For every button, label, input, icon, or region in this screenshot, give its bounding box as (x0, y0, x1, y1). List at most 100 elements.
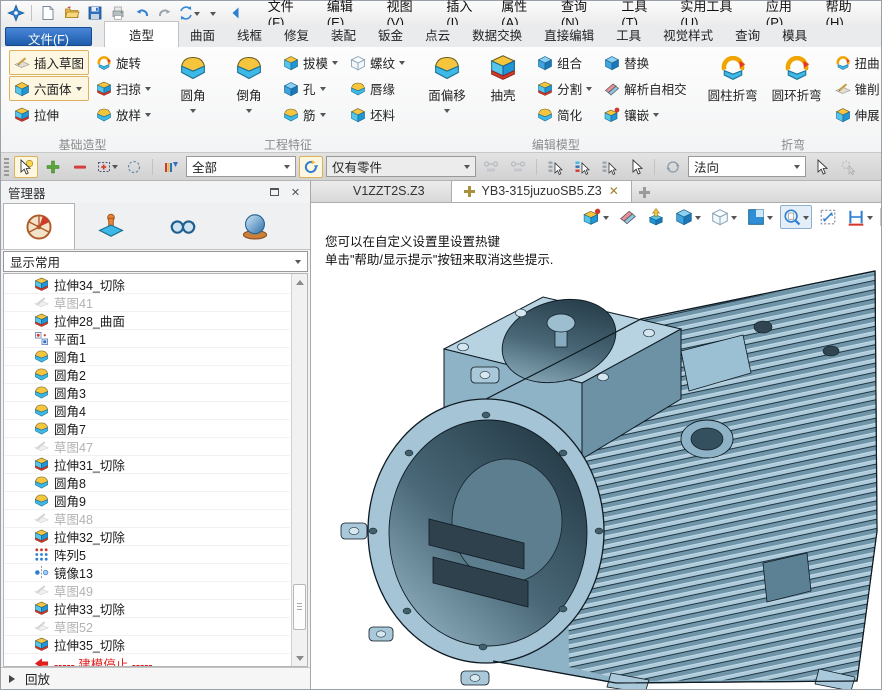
tree-item[interactable]: 草图41 (4, 294, 290, 312)
tree-item[interactable]: 拉伸31_切除 (4, 456, 290, 474)
caret-down-icon[interactable] (332, 61, 338, 68)
insert-sketch-button[interactable]: 插入草图 (9, 50, 89, 75)
tree-item[interactable]: 草图47 (4, 438, 290, 456)
caret-down-icon[interactable] (767, 216, 773, 223)
tab-surface[interactable]: 曲面 (179, 22, 226, 47)
color-filter-button[interactable] (159, 156, 183, 178)
open-button[interactable] (61, 3, 82, 23)
divide-button[interactable]: 分割 (532, 76, 597, 101)
toolbar-grip[interactable] (4, 158, 9, 176)
measure-button[interactable] (844, 205, 876, 229)
redo-button[interactable] (155, 3, 176, 23)
pick-list-colored-button[interactable] (570, 156, 594, 178)
tab-dataexchange[interactable]: 数据交换 (461, 22, 533, 47)
orientation-button[interactable] (661, 156, 685, 178)
add-to-selection-button[interactable] (41, 156, 65, 178)
reset-filter-button[interactable] (299, 156, 323, 178)
save-button[interactable] (84, 3, 105, 23)
thread-button[interactable]: 螺纹 (345, 50, 410, 75)
caret-down-icon[interactable] (76, 87, 82, 94)
new-tab-button[interactable] (632, 187, 658, 202)
tab-assembly-manager[interactable] (75, 203, 147, 249)
tab-history-manager[interactable] (3, 203, 75, 249)
view-layout-button[interactable] (744, 205, 776, 229)
tree-item[interactable]: 草图52 (4, 618, 290, 636)
tab-wireframe[interactable]: 线框 (226, 22, 273, 47)
tree-item[interactable]: 镜像13 (4, 564, 290, 582)
erase-blank-button[interactable] (616, 205, 640, 229)
caret-down-icon[interactable] (190, 109, 196, 116)
tree-item[interactable]: 拉伸33_切除 (4, 600, 290, 618)
tree-item[interactable]: 圆角3 (4, 384, 290, 402)
caret-down-icon[interactable] (867, 216, 873, 223)
tree-item[interactable]: 拉伸34_切除 (4, 276, 290, 294)
shaded-display-button[interactable] (672, 205, 704, 229)
tree-item[interactable]: 圆角2 (4, 366, 290, 384)
simplify-button[interactable]: 简化 (532, 102, 597, 127)
viewport-canvas[interactable]: 您可以在自定义设置里设置热键 单击"帮助/显示提示"按钮来取消这些提示. (311, 203, 881, 689)
tab-visual-manager[interactable] (219, 203, 291, 249)
revolve-button[interactable]: 旋转 (91, 50, 156, 75)
chamfer-button[interactable]: 倒角 (222, 50, 276, 134)
pick-list-button[interactable] (543, 156, 567, 178)
pick-scope-combo[interactable]: 仅有零件 (326, 156, 476, 177)
extrude-button[interactable]: 拉伸 (9, 102, 89, 127)
tree-item[interactable]: 拉伸28_曲面 (4, 312, 290, 330)
new-document-button[interactable] (37, 3, 58, 23)
related-pick-button[interactable] (506, 156, 530, 178)
collapse-toolbar-button[interactable] (225, 3, 246, 23)
tree-item[interactable]: 草图49 (4, 582, 290, 600)
lasso-pick-button[interactable] (122, 156, 146, 178)
hole-button[interactable]: 孔 (278, 76, 343, 101)
twist-button[interactable]: 扭曲 (830, 50, 881, 75)
inlay-button[interactable]: 镶嵌 (599, 102, 692, 127)
tree-scrollbar[interactable] (291, 274, 307, 666)
tree-item[interactable]: 拉伸32_切除 (4, 528, 290, 546)
caret-down-icon[interactable] (145, 113, 151, 120)
scrollbar-thumb[interactable] (293, 584, 306, 630)
face-offset-button[interactable]: 面偏移 (420, 50, 474, 134)
remove-from-selection-button[interactable] (68, 156, 92, 178)
pick-cursor-button[interactable] (809, 156, 833, 178)
caret-down-icon[interactable] (320, 113, 326, 120)
tab-tools[interactable]: 工具 (605, 22, 652, 47)
replay-bar[interactable]: 回放 (1, 667, 310, 689)
zoom-button[interactable] (780, 205, 812, 229)
toolbar-options-button[interactable] (202, 3, 223, 23)
tab-assembly[interactable]: 装配 (320, 22, 367, 47)
torus-bend-button[interactable]: 圆环折弯 (766, 50, 828, 134)
tab-pointcloud[interactable]: 点云 (414, 22, 461, 47)
document-tab-active[interactable]: YB3-315juzuoSB5.Z3 ✕ (451, 180, 632, 202)
draft-button[interactable]: 拔模 (278, 50, 343, 75)
rib-button[interactable]: 筋 (278, 102, 343, 127)
tree-item[interactable]: 圆角1 (4, 348, 290, 366)
scroll-up-button[interactable] (292, 274, 307, 289)
tab-shape[interactable]: 造型 (104, 21, 179, 47)
loft-button[interactable]: 放样 (91, 102, 156, 127)
regen-button[interactable] (178, 3, 200, 23)
caret-down-icon[interactable] (586, 87, 592, 94)
normal-direction-combo[interactable]: 法向 (688, 156, 806, 177)
caret-down-icon[interactable] (695, 216, 701, 223)
history-stop-marker[interactable]: ----- 建模停止 ----- (4, 654, 290, 667)
caret-down-icon[interactable] (246, 109, 252, 116)
pick-filter-button[interactable] (14, 156, 38, 178)
taper-button[interactable]: 锥削 (830, 76, 881, 101)
tab-repair[interactable]: 修复 (273, 22, 320, 47)
align-view-button[interactable] (644, 205, 668, 229)
stretch-button[interactable]: 伸展 (830, 102, 881, 127)
tree-item[interactable]: 圆角8 (4, 474, 290, 492)
motor-housing-model[interactable] (311, 231, 881, 689)
tab-visibility-manager[interactable] (147, 203, 219, 249)
close-tab-icon[interactable]: ✕ (609, 184, 619, 198)
sweep-button[interactable]: 扫掠 (91, 76, 156, 101)
tab-directedit[interactable]: 直接编辑 (533, 22, 605, 47)
tree-item[interactable]: 圆角9 (4, 492, 290, 510)
pick-all-list-button[interactable] (597, 156, 621, 178)
window-pick-button[interactable] (95, 156, 119, 178)
print-button[interactable] (108, 3, 129, 23)
caret-down-icon[interactable] (145, 87, 151, 94)
stock-button[interactable]: 坯料 (345, 102, 410, 127)
lip-button[interactable]: 唇缘 (345, 76, 410, 101)
box-button[interactable]: 六面体 (9, 76, 89, 101)
